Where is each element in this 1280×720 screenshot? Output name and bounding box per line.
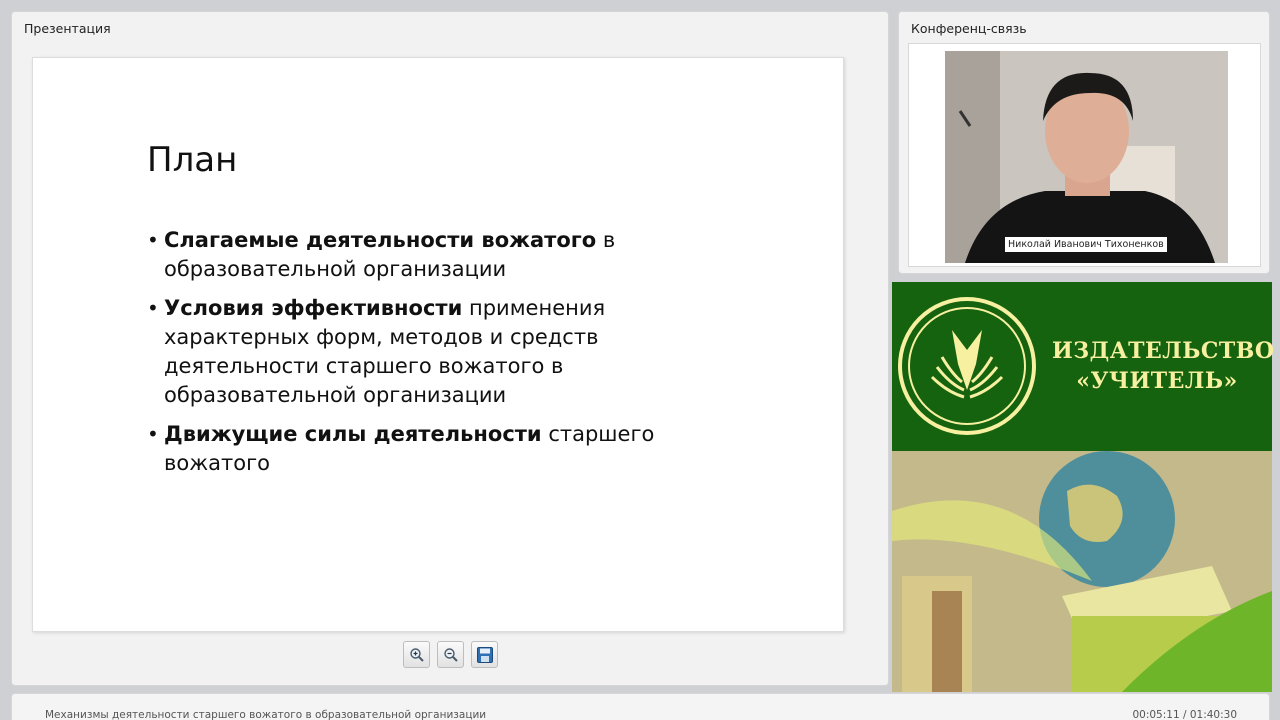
slide-bullet: Условия эффективности применения характе… — [147, 294, 667, 410]
speaker-video: Николай Иванович Тихоненков — [945, 51, 1228, 263]
zoom-in-button[interactable] — [403, 641, 430, 668]
slide-bullet: Слагаемые деятельности вожатого в образо… — [147, 226, 667, 284]
presentation-panel-title: Презентация — [24, 21, 111, 36]
publisher-name-line1: ИЗДАТЕЛЬСТВО — [1052, 338, 1275, 364]
conference-panel: Конференц-связь Николай Иванович Тихонен… — [898, 11, 1270, 274]
bullet-bold-text: Движущие силы деятельности — [164, 422, 542, 446]
slide-bullet: Движущие силы деятельности старшего вожа… — [147, 420, 667, 478]
save-icon — [476, 646, 493, 663]
bullet-bold-text: Условия эффективности — [164, 296, 463, 320]
speaker-video-frame — [945, 51, 1228, 263]
slide-bullet-list: Слагаемые деятельности вожатого в образо… — [147, 226, 667, 488]
zoom-in-icon — [409, 647, 424, 662]
speaker-name-label: Николай Иванович Тихоненков — [1005, 237, 1167, 252]
playback-time: 00:05:11 / 01:40:30 — [1132, 709, 1237, 720]
zoom-out-button[interactable] — [437, 641, 464, 668]
video-container: Николай Иванович Тихоненков — [908, 43, 1261, 267]
lecture-title: Механизмы деятельности старшего вожатого… — [45, 709, 487, 720]
conference-panel-title: Конференц-связь — [911, 21, 1027, 36]
presentation-panel: Презентация План Слагаемые деятельности … — [11, 11, 889, 686]
books-globe-illustration — [892, 451, 1272, 692]
publisher-name-line2: «УЧИТЕЛЬ» — [1076, 368, 1238, 394]
status-bar: Механизмы деятельности старшего вожатого… — [11, 693, 1270, 720]
presentation-slide: План Слагаемые деятельности вожатого в о… — [32, 57, 844, 632]
slide-title: План — [147, 140, 238, 180]
publisher-logo-icon — [898, 297, 1036, 435]
bullet-bold-text: Слагаемые деятельности вожатого — [164, 228, 597, 252]
slide-toolbar — [403, 641, 498, 671]
zoom-out-icon — [443, 647, 458, 662]
publisher-banner-image — [892, 451, 1272, 692]
save-button[interactable] — [471, 641, 498, 668]
publisher-banner[interactable]: ИЗДАТЕЛЬСТВО «УЧИТЕЛЬ» — [892, 282, 1275, 451]
